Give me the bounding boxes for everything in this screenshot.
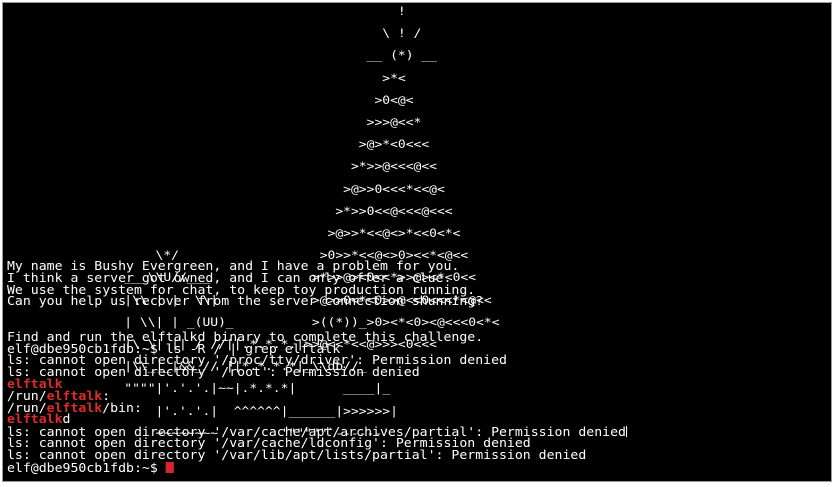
- ascii-art-line: >@>*<0<<<: [7, 137, 430, 152]
- terminal-text: ls: cannot open directory '/root': Permi…: [7, 365, 420, 381]
- terminal-text: elf@dbe950cb1fdb:~$: [7, 460, 166, 476]
- terminal-window[interactable]: ! \ ! / __ (*) __ >*< >0<@< >>>@<<* >@>*…: [2, 2, 832, 482]
- terminal-screen[interactable]: ! \ ! / __ (*) __ >*< >0<@< >>>@<<* >@>*…: [7, 6, 829, 480]
- terminal-cursor: [165, 461, 174, 473]
- ascii-art-line: >*<: [7, 70, 406, 85]
- ascii-art-line: __ (*) __: [7, 48, 437, 63]
- terminal-output: My name is Bushy Evergreen, and I have a…: [7, 260, 628, 476]
- terminal-line: /run/elftalk/bin:: [7, 400, 627, 416]
- ascii-art-line: >@>>*<<@<>*<<0<*<: [7, 226, 461, 241]
- ascii-art-line: >*>>@<<<@<<: [7, 159, 437, 174]
- ascii-art-line: !: [7, 6, 406, 18]
- terminal-line: ls: cannot open directory '/root': Permi…: [7, 365, 627, 381]
- text-caret: [625, 426, 628, 438]
- ascii-art-line: >*>>0<<@<<<@<<<: [7, 203, 453, 218]
- terminal-text: /bin:: [102, 400, 142, 416]
- ascii-art-line: >0<@<: [7, 92, 414, 107]
- ascii-art-line: >@>>0<<<*<<@<: [7, 181, 445, 196]
- terminal-line: Can you help us recover from the server …: [7, 294, 627, 310]
- ascii-art-line: >>>@<<*: [7, 115, 422, 130]
- terminal-text: Can you help us recover from the server …: [7, 294, 484, 310]
- ascii-art-line: \ ! /: [7, 26, 422, 41]
- terminal-line: elf@dbe950cb1fdb:~$: [7, 460, 627, 476]
